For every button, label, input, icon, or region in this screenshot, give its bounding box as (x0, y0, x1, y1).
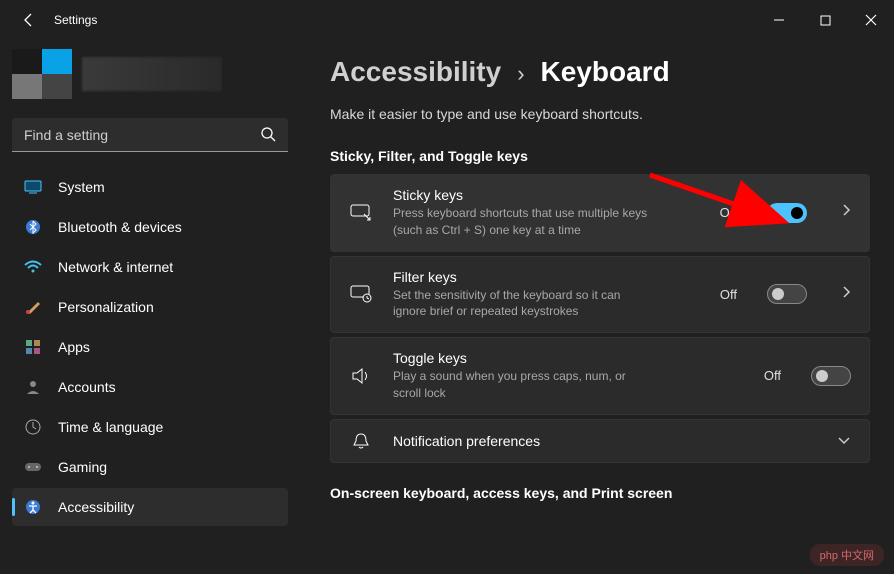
apps-icon (24, 338, 42, 356)
close-icon (865, 14, 877, 26)
bluetooth-icon (24, 218, 42, 236)
page-description: Make it easier to type and use keyboard … (330, 106, 870, 122)
paint-icon (24, 298, 42, 316)
accounts-icon (24, 378, 42, 396)
sidebar-item-accessibility[interactable]: Accessibility (12, 488, 288, 526)
minimize-button[interactable] (756, 0, 802, 40)
sticky-keys-toggle[interactable] (767, 203, 807, 223)
content-area: Accessibility › Keyboard Make it easier … (300, 40, 894, 574)
bell-icon (349, 432, 373, 450)
sidebar-item-label: Time & language (58, 419, 163, 435)
breadcrumb: Accessibility › Keyboard (330, 56, 870, 88)
back-button[interactable] (14, 5, 44, 35)
card-sticky-keys[interactable]: Sticky keys Press keyboard shortcuts that… (330, 174, 870, 252)
search-box[interactable] (12, 118, 288, 152)
card-title: Filter keys (393, 269, 700, 285)
toggle-state-label: On (720, 205, 737, 220)
maximize-button[interactable] (802, 0, 848, 40)
close-button[interactable] (848, 0, 894, 40)
minimize-icon (773, 14, 785, 26)
page-title: Keyboard (541, 56, 670, 88)
clock-globe-icon (24, 418, 42, 436)
sidebar-item-label: Network & internet (58, 259, 173, 275)
window-controls (756, 0, 894, 40)
toggle-state-label: Off (764, 368, 781, 383)
card-title: Sticky keys (393, 187, 700, 203)
app-title: Settings (54, 13, 97, 27)
card-description: Set the sensitivity of the keyboard so i… (393, 287, 653, 321)
sidebar-item-label: Accounts (58, 379, 116, 395)
section-heading-onscreen: On-screen keyboard, access keys, and Pri… (330, 485, 870, 501)
filter-keys-toggle[interactable] (767, 284, 807, 304)
sidebar-item-label: System (58, 179, 105, 195)
sidebar-item-gaming[interactable]: Gaming (12, 448, 288, 486)
toggle-state-label: Off (720, 287, 737, 302)
card-filter-keys[interactable]: Filter keys Set the sensitivity of the ke… (330, 256, 870, 334)
speaker-icon (349, 367, 373, 385)
card-toggle-keys[interactable]: Toggle keys Play a sound when you press c… (330, 337, 870, 415)
sidebar-item-apps[interactable]: Apps (12, 328, 288, 366)
wifi-icon (24, 258, 42, 276)
watermark: php 中文网 (810, 544, 884, 566)
sidebar-item-bluetooth[interactable]: Bluetooth & devices (12, 208, 288, 246)
system-icon (24, 178, 42, 196)
toggle-keys-toggle[interactable] (811, 366, 851, 386)
search-input[interactable] (12, 118, 288, 152)
card-description: Play a sound when you press caps, num, o… (393, 368, 653, 402)
arrow-left-icon (21, 12, 37, 28)
gaming-icon (24, 458, 42, 476)
sidebar-item-network[interactable]: Network & internet (12, 248, 288, 286)
chevron-right-icon[interactable] (841, 203, 851, 222)
chevron-right-icon[interactable] (841, 285, 851, 304)
sidebar-item-label: Apps (58, 339, 90, 355)
maximize-icon (820, 15, 831, 26)
sidebar-item-label: Bluetooth & devices (58, 219, 182, 235)
keyboard-clock-icon (349, 285, 373, 303)
breadcrumb-separator: › (517, 61, 524, 87)
accessibility-icon (24, 498, 42, 516)
avatar (12, 49, 72, 99)
card-notification-preferences[interactable]: Notification preferences (330, 419, 870, 463)
sidebar-item-time-language[interactable]: Time & language (12, 408, 288, 446)
card-description: Press keyboard shortcuts that use multip… (393, 205, 653, 239)
card-title: Toggle keys (393, 350, 744, 366)
section-heading-sticky: Sticky, Filter, and Toggle keys (330, 148, 870, 164)
sidebar-item-label: Accessibility (58, 499, 134, 515)
breadcrumb-parent[interactable]: Accessibility (330, 56, 501, 88)
sidebar: System Bluetooth & devices Network & int… (0, 40, 300, 574)
search-icon (260, 126, 276, 147)
sidebar-item-label: Gaming (58, 459, 107, 475)
keyboard-pointer-icon (349, 204, 373, 222)
chevron-down-icon[interactable] (837, 432, 851, 450)
sidebar-item-system[interactable]: System (12, 168, 288, 206)
sidebar-item-label: Personalization (58, 299, 154, 315)
card-title: Notification preferences (393, 433, 803, 449)
titlebar: Settings (0, 0, 894, 40)
user-block[interactable] (12, 44, 288, 104)
user-text-redacted (82, 57, 222, 91)
sidebar-item-accounts[interactable]: Accounts (12, 368, 288, 406)
sidebar-item-personalization[interactable]: Personalization (12, 288, 288, 326)
nav-list: System Bluetooth & devices Network & int… (12, 168, 288, 526)
